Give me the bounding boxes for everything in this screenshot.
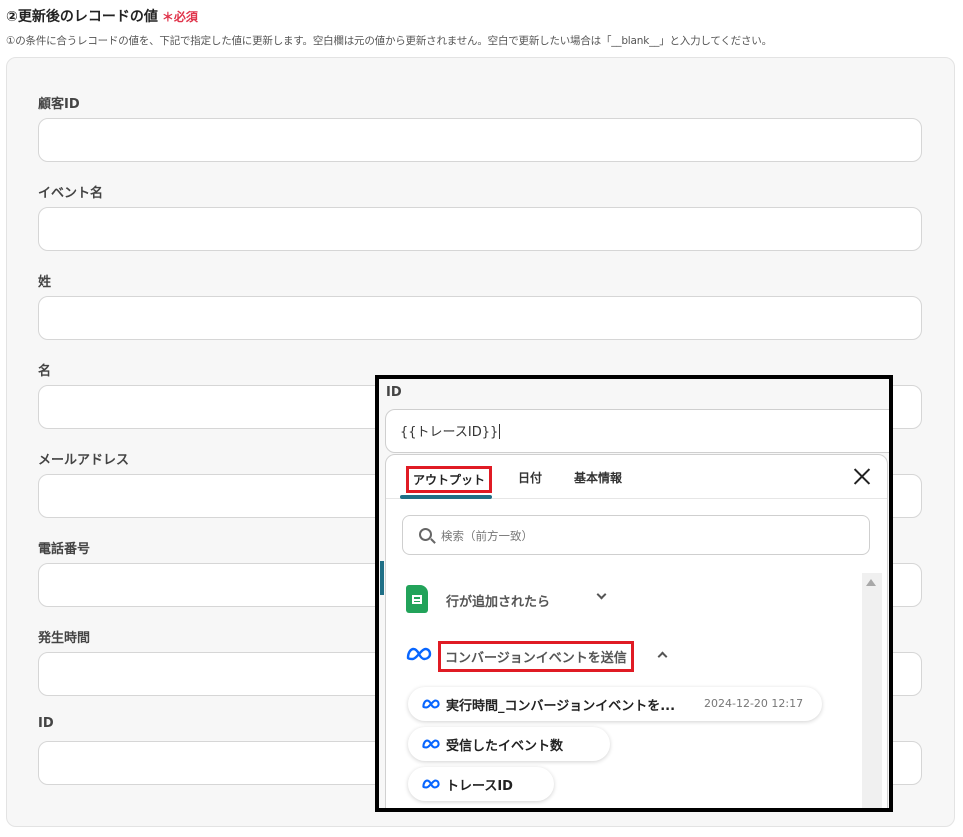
section-title: ②更新後のレコードの値 ＊必須 [6, 6, 198, 26]
field-label-last-name: 姓 [38, 275, 52, 290]
chevron-down-icon [596, 589, 607, 600]
output-item-received-count[interactable]: 受信したイベント数 [408, 727, 610, 761]
text-cursor [499, 424, 501, 439]
meta-icon [406, 647, 432, 661]
output-item-label: 受信したイベント数 [446, 739, 564, 754]
last-name-input[interactable] [38, 296, 922, 340]
search-box[interactable]: 検索（前方一致） [402, 515, 870, 555]
field-label-email: メールアドレス [38, 453, 130, 468]
field-label-event-name: イベント名 [38, 186, 104, 201]
output-item-trace-id[interactable]: トレースID [408, 767, 554, 801]
id-field-value: {{トレースID}} [400, 425, 499, 440]
tab-date[interactable]: 日付 [518, 469, 542, 486]
teal-marker [380, 561, 384, 595]
scroll-up-arrow-icon[interactable] [866, 579, 876, 586]
field-label-customer-id: 顧客ID [38, 97, 80, 112]
active-tab-underline [400, 495, 492, 499]
google-sheets-icon [406, 585, 428, 613]
group-conversion-event[interactable]: コンバージョンイベントを送信 [406, 641, 686, 672]
id-field-input[interactable]: {{トレースID}} [385, 409, 889, 453]
close-icon[interactable] [853, 467, 871, 485]
id-field-label: ID [386, 385, 402, 400]
output-item-value: 2024-12-20 12:17 [704, 697, 804, 710]
group-label-conversion-event: コンバージョンイベントを送信 [438, 641, 634, 672]
output-item-label: 実行時間_コンバージョンイベントを... [446, 699, 676, 714]
output-item-execution-time[interactable]: 実行時間_コンバージョンイベントを... 2024-12-20 12:17 [408, 687, 822, 721]
meta-icon [422, 739, 440, 749]
scrollbar[interactable] [862, 573, 882, 808]
field-label-first-name: 名 [38, 364, 52, 379]
field-label-event-time: 発生時間 [38, 631, 91, 646]
group-row-added[interactable]: 行が追加されたら [406, 585, 626, 615]
tab-output[interactable]: アウトプット [406, 466, 493, 493]
group-label-row-added: 行が追加されたら [446, 595, 551, 610]
meta-icon [422, 699, 440, 709]
field-label-id: ID [38, 716, 54, 731]
search-input[interactable]: 検索（前方一致） [441, 528, 533, 544]
customer-id-input[interactable] [38, 118, 922, 162]
search-icon [419, 528, 432, 541]
zoomed-id-field-overlay: ID {{トレースID}} アウトプット 日付 基本情報 検索（前方一致） 行が… [375, 375, 893, 812]
meta-icon [422, 779, 440, 789]
section-description: ①の条件に合うレコードの値を、下記で指定した値に更新します。空白欄は元の値から更… [6, 35, 772, 47]
chevron-up-icon [657, 651, 668, 662]
tab-basic-info[interactable]: 基本情報 [574, 469, 622, 486]
picker-tabs: アウトプット 日付 基本情報 [386, 455, 887, 499]
field-label-phone: 電話番号 [38, 542, 91, 557]
event-name-input[interactable] [38, 207, 922, 251]
section-title-text: ②更新後のレコードの値 [6, 9, 158, 25]
output-item-label: トレースID [446, 779, 513, 794]
required-badge: ＊必須 [161, 10, 198, 24]
output-picker-panel: アウトプット 日付 基本情報 検索（前方一致） 行が追加されたら コンバージョン… [385, 454, 888, 808]
